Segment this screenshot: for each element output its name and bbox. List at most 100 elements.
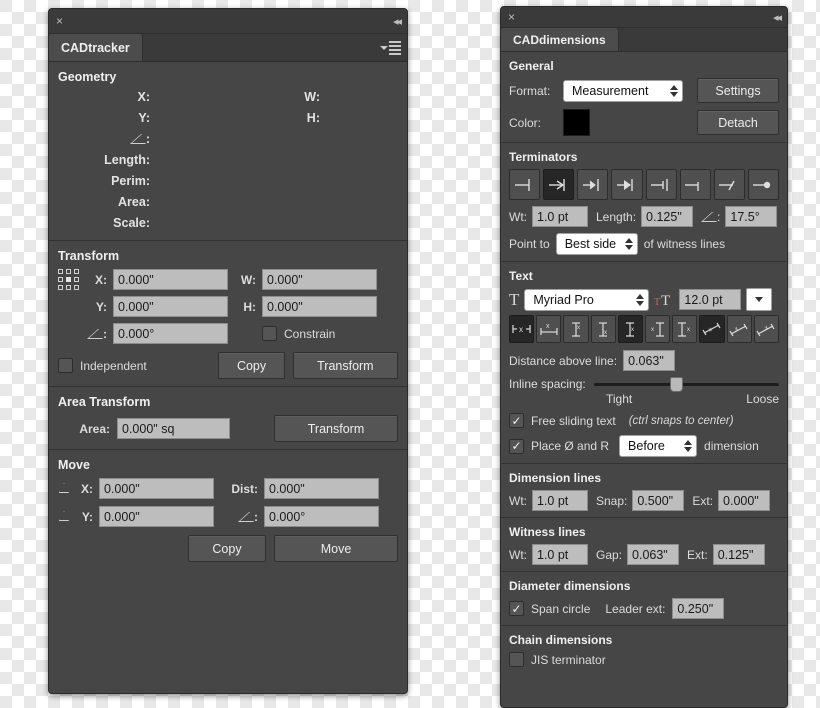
- color-swatch[interactable]: [563, 109, 590, 136]
- move-input-y[interactable]: 0.000": [99, 506, 214, 527]
- stepper-icon: [624, 238, 633, 250]
- font-family-select[interactable]: Myriad Pro: [524, 288, 650, 311]
- svg-text:x: x: [546, 323, 550, 330]
- collapse-icon[interactable]: ◂◂: [393, 15, 402, 28]
- caddimensions-titlebar: × ◂◂: [501, 7, 787, 28]
- text-inline-centered-icon[interactable]: x: [509, 315, 535, 343]
- terminator-arrow-open-left-icon[interactable]: [577, 169, 609, 200]
- angle-icon: [130, 134, 145, 144]
- text-aligned-angled-2-icon[interactable]: x: [726, 315, 752, 343]
- text-vertical-center-icon[interactable]: x: [617, 315, 644, 343]
- area-input[interactable]: 0.000" sq: [117, 418, 230, 439]
- leader-ext-label: Leader ext:: [605, 601, 666, 616]
- tabbar-empty-area: [142, 34, 407, 61]
- leader-ext-input[interactable]: 0.250": [672, 598, 725, 619]
- point-to-suffix: of witness lines: [643, 237, 726, 251]
- tab-caddimensions[interactable]: CADdimensions: [501, 28, 619, 51]
- constrain-checkbox-row[interactable]: Constrain: [262, 326, 335, 341]
- terminator-angle-input[interactable]: 17.5°: [725, 206, 778, 227]
- terminator-slash-icon[interactable]: [713, 169, 745, 200]
- text-title: Text: [509, 269, 533, 283]
- free-sliding-text-row[interactable]: ✓ Free sliding text (ctrl snaps to cente…: [509, 413, 779, 428]
- terminator-wt-label: Wt:: [509, 209, 527, 224]
- terminator-length-input[interactable]: 0.125": [641, 206, 694, 227]
- transform-apply-button[interactable]: Transform: [292, 352, 398, 379]
- terminator-angle-label: :: [701, 210, 720, 224]
- stepper-icon: [636, 293, 645, 306]
- place-diameter-radius-checkbox[interactable]: ✓: [509, 438, 524, 454]
- witness-ext-label: Ext:: [687, 547, 708, 562]
- svg-text:x: x: [631, 327, 634, 333]
- span-circle-checkbox[interactable]: ✓: [509, 601, 524, 616]
- format-select[interactable]: Measurement: [563, 79, 683, 102]
- dimension-ext-input[interactable]: 0.000": [718, 490, 771, 511]
- transform-label-w: W:: [240, 272, 256, 287]
- text-vertical-above-icon[interactable]: x: [563, 315, 589, 343]
- text-above-centered-icon[interactable]: x: [536, 315, 562, 343]
- transform-input-angle[interactable]: 0.000°: [113, 323, 228, 344]
- inline-spacing-slider[interactable]: [593, 376, 779, 392]
- text-aligned-angled-3-icon[interactable]: x: [753, 315, 780, 343]
- diameter-dimensions-title: Diameter dimensions: [509, 579, 631, 593]
- stepper-icon: [684, 440, 693, 452]
- terminator-arrow-solid-icon[interactable]: [611, 169, 643, 200]
- close-icon[interactable]: ×: [56, 15, 63, 27]
- free-sliding-text-checkbox[interactable]: ✓: [509, 413, 524, 428]
- dimension-wt-input[interactable]: 1.0 pt: [532, 490, 588, 511]
- witness-gap-input[interactable]: 0.063": [627, 544, 680, 565]
- text-aligned-angled-1-icon[interactable]: x: [699, 315, 725, 343]
- move-label-y: Y:: [81, 509, 93, 524]
- transform-input-w[interactable]: 0.000": [262, 269, 377, 290]
- collapse-icon[interactable]: ◂◂: [773, 11, 782, 24]
- terminator-arrow-closed-icon[interactable]: [543, 169, 575, 200]
- geometry-label-area: Area:: [118, 195, 150, 209]
- place-position-select[interactable]: Before: [619, 435, 698, 457]
- witness-ext-input[interactable]: 0.125": [712, 544, 765, 565]
- transform-copy-button[interactable]: Copy: [218, 352, 285, 379]
- terminator-dot-icon[interactable]: [747, 169, 779, 200]
- caddimensions-body: General Format: Measurement Settings Col…: [501, 52, 787, 673]
- font-size-input[interactable]: 12.0 pt: [679, 289, 742, 310]
- transform-input-x[interactable]: 0.000": [113, 269, 228, 290]
- dimension-snap-input[interactable]: 0.500": [632, 490, 685, 511]
- move-input-dist[interactable]: 0.000": [264, 478, 379, 499]
- tab-cadtracker[interactable]: CADtracker: [49, 34, 143, 61]
- jis-terminator-checkbox[interactable]: [509, 652, 524, 667]
- constrain-checkbox[interactable]: [262, 326, 277, 341]
- section-diameter-dimensions: Diameter dimensions ✓ Span circle Leader…: [501, 572, 787, 626]
- font-size-dropdown-button[interactable]: [746, 288, 773, 311]
- point-to-select[interactable]: Best side: [555, 233, 638, 255]
- transform-label-x: X:: [95, 272, 107, 287]
- terminator-flat-icon[interactable]: [509, 169, 541, 200]
- geometry-label-scale: Scale:: [113, 216, 150, 230]
- settings-button[interactable]: Settings: [697, 78, 779, 103]
- move-button[interactable]: Move: [274, 535, 398, 562]
- move-input-x[interactable]: 0.000": [99, 478, 214, 499]
- terminator-tick-long-icon[interactable]: [645, 169, 677, 200]
- geometry-label-angle: :: [58, 132, 153, 146]
- terminator-length-label: Length:: [596, 209, 637, 224]
- transform-input-h[interactable]: 0.000": [262, 296, 377, 317]
- close-icon[interactable]: ×: [508, 11, 515, 23]
- detach-button[interactable]: Detach: [697, 110, 779, 135]
- move-copy-button[interactable]: Copy: [188, 535, 266, 562]
- area-transform-button[interactable]: Transform: [274, 415, 398, 442]
- text-rotated-left-icon[interactable]: x: [645, 315, 671, 343]
- section-terminators: Terminators Wt: 1.0 pt Length: 0.125": …: [501, 143, 787, 262]
- span-circle-label: Span circle: [531, 601, 591, 616]
- terminator-tick-short-icon[interactable]: [679, 169, 711, 200]
- terminator-wt-input[interactable]: 1.0 pt: [532, 206, 588, 227]
- move-input-angle[interactable]: 0.000°: [264, 506, 379, 527]
- text-rotated-right-icon[interactable]: x: [672, 315, 698, 343]
- text-vertical-below-icon[interactable]: x: [590, 315, 616, 343]
- slider-knob[interactable]: [669, 376, 683, 392]
- distance-above-line-input[interactable]: 0.063": [623, 350, 676, 371]
- independent-checkbox[interactable]: [58, 358, 73, 373]
- witness-gap-label: Gap:: [596, 547, 623, 562]
- panel-menu-icon[interactable]: [380, 40, 401, 55]
- transform-input-y[interactable]: 0.000": [113, 296, 228, 317]
- reference-point-grid-icon[interactable]: [58, 269, 79, 290]
- witness-wt-input[interactable]: 1.0 pt: [532, 544, 588, 565]
- independent-checkbox-row[interactable]: Independent: [58, 358, 210, 373]
- free-sliding-text-label: Free sliding text: [531, 413, 616, 428]
